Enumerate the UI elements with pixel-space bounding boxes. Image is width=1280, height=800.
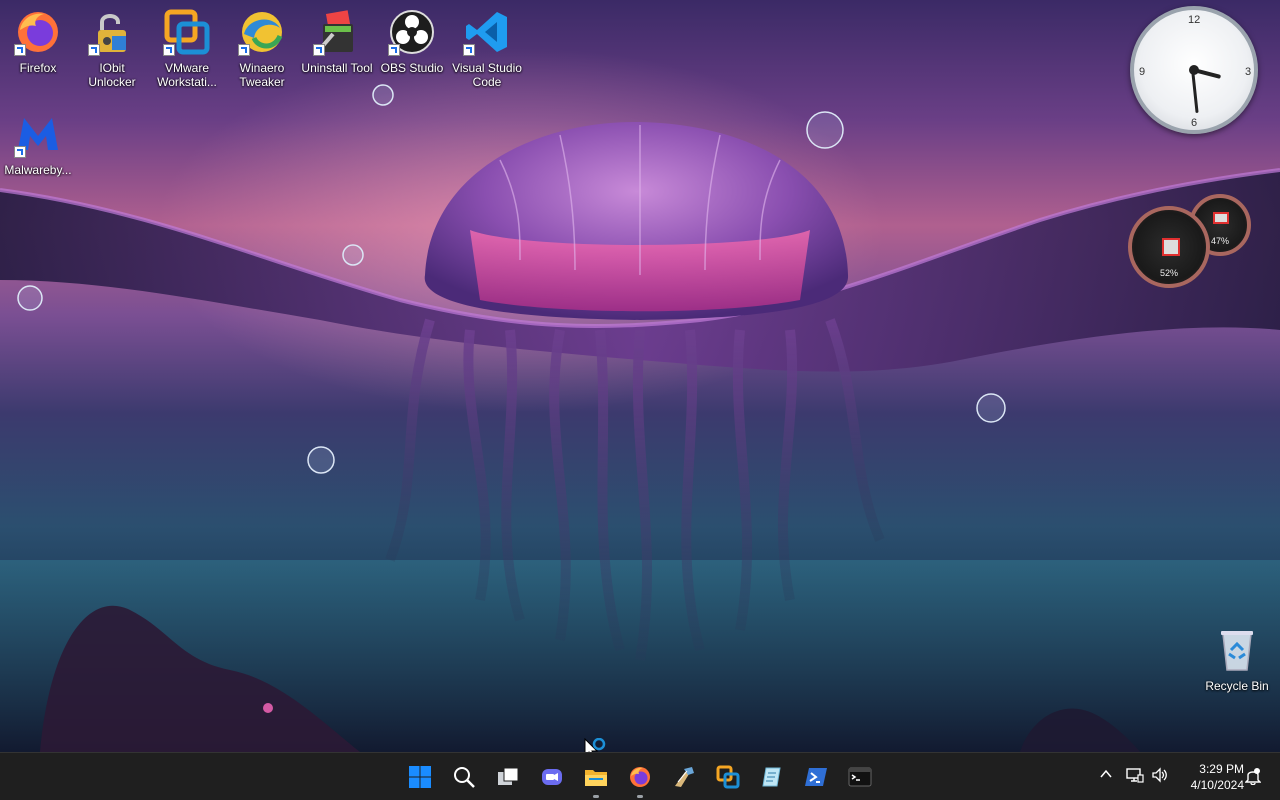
shortcut-arrow-icon	[388, 44, 400, 56]
terminal-icon	[848, 767, 872, 787]
shortcut-arrow-icon	[14, 146, 26, 158]
desktop-wallpaper[interactable]	[0, 0, 1280, 752]
taskbar-terminal[interactable]	[844, 761, 876, 793]
network-icon	[1126, 768, 1144, 783]
show-hidden-icons-button[interactable]	[1099, 767, 1113, 784]
vscode-icon	[463, 8, 511, 56]
cpu-meter-large[interactable]: 52%	[1128, 206, 1210, 288]
chat-button[interactable]	[536, 761, 568, 793]
winaero-icon	[675, 767, 694, 787]
notification-bell-icon	[1244, 768, 1262, 786]
cpu-core-icon	[1213, 212, 1229, 224]
desktop-icon-label: Recycle Bin	[1205, 679, 1269, 693]
lock-icon	[88, 8, 136, 56]
shortcut-arrow-icon	[88, 44, 100, 56]
desktop-icon-label: VMware Workstati...	[157, 61, 217, 89]
desktop-icon-label: Firefox	[19, 61, 57, 75]
start-icon	[409, 766, 431, 788]
task-view-button[interactable]	[492, 761, 524, 793]
chat-icon	[542, 769, 562, 785]
search-button[interactable]	[448, 761, 480, 793]
clock-minute-hand	[1191, 68, 1199, 113]
winaero-icon	[238, 8, 286, 56]
taskbar-date: 4/10/2024	[1190, 778, 1244, 792]
taskbar-firefox[interactable]	[624, 761, 656, 798]
desktop-icon-label: Uninstall Tool	[301, 61, 373, 75]
cpu-core-icon	[1162, 238, 1180, 256]
taskbar-notepad[interactable]	[756, 761, 788, 793]
running-indicator	[637, 795, 643, 798]
network-button[interactable]	[1126, 767, 1144, 786]
desktop-icon-recycle-bin[interactable]: Recycle Bin	[1199, 626, 1275, 693]
shortcut-arrow-icon	[238, 44, 250, 56]
desktop-icon-label: Winaero Tweaker	[239, 61, 285, 89]
clock-numeral-9: 9	[1139, 66, 1146, 78]
desktop-icon-malwarebytes[interactable]: Malwareby...	[0, 110, 76, 177]
speaker-icon	[1152, 767, 1167, 783]
shortcut-arrow-icon	[313, 44, 325, 56]
vmware-icon	[716, 765, 740, 789]
desktop-icon-iobit-unlocker[interactable]: IObit Unlocker	[74, 8, 150, 89]
desktop-icon-uninstall-tool[interactable]: Uninstall Tool	[299, 8, 375, 75]
firefox-icon	[630, 767, 650, 787]
notification-center-button[interactable]	[1244, 767, 1262, 788]
chevron-up-icon	[1100, 769, 1112, 778]
shortcut-arrow-icon	[163, 44, 175, 56]
obs-icon	[388, 8, 436, 56]
task-view-icon	[498, 767, 519, 785]
taskbar-time: 3:29 PM	[1199, 762, 1244, 776]
file-explorer-icon	[585, 770, 607, 786]
start-button[interactable]	[404, 761, 436, 793]
powershell-icon	[805, 768, 827, 786]
notepad-icon	[762, 767, 781, 787]
volume-button[interactable]	[1151, 767, 1169, 786]
clock-numeral-3: 3	[1245, 66, 1252, 78]
desktop-icon-label: Visual Studio Code	[452, 61, 522, 89]
taskbar-vmware[interactable]	[712, 761, 744, 793]
taskbar-powershell[interactable]	[800, 761, 832, 793]
clock-numeral-12: 12	[1188, 14, 1201, 26]
cpu-meter-large-value: 52%	[1159, 268, 1178, 278]
desktop-icon-winaero-tweaker[interactable]: Winaero Tweaker	[224, 8, 300, 89]
desktop-icon-label: OBS Studio	[380, 61, 444, 75]
clock-center-pin	[1189, 65, 1199, 75]
desktop-icon-label: IObit Unlocker	[88, 61, 136, 89]
desktop-icon-vscode[interactable]: Visual Studio Code	[449, 8, 525, 89]
taskbar-file-explorer[interactable]	[580, 761, 612, 798]
running-indicator	[593, 795, 599, 798]
vmware-icon	[163, 8, 211, 56]
uninstall-tool-icon	[313, 8, 361, 56]
taskbar: 3:29 PM 4/10/2024	[0, 752, 1280, 800]
shortcut-arrow-icon	[463, 44, 475, 56]
shortcut-arrow-icon	[14, 44, 26, 56]
desktop-icon-vmware[interactable]: VMware Workstati...	[149, 8, 225, 89]
busy-spinner-icon	[592, 738, 606, 751]
jellyfish-illustration	[0, 84, 1280, 752]
desktop-icon-obs-studio[interactable]: OBS Studio	[374, 8, 450, 75]
recycle-bin-icon	[1213, 626, 1261, 674]
clock-gadget[interactable]: 12 3 6 9	[1130, 6, 1258, 134]
desktop-icon-label: Malwareby...	[4, 163, 72, 177]
malwarebytes-icon	[14, 110, 62, 158]
clock-numeral-6: 6	[1191, 117, 1198, 129]
search-icon	[454, 767, 475, 788]
desktop-icon-firefox[interactable]: Firefox	[0, 8, 76, 75]
taskbar-winaero[interactable]	[668, 761, 700, 793]
taskbar-clock[interactable]: 3:29 PM 4/10/2024	[1176, 761, 1244, 793]
firefox-icon	[14, 8, 62, 56]
